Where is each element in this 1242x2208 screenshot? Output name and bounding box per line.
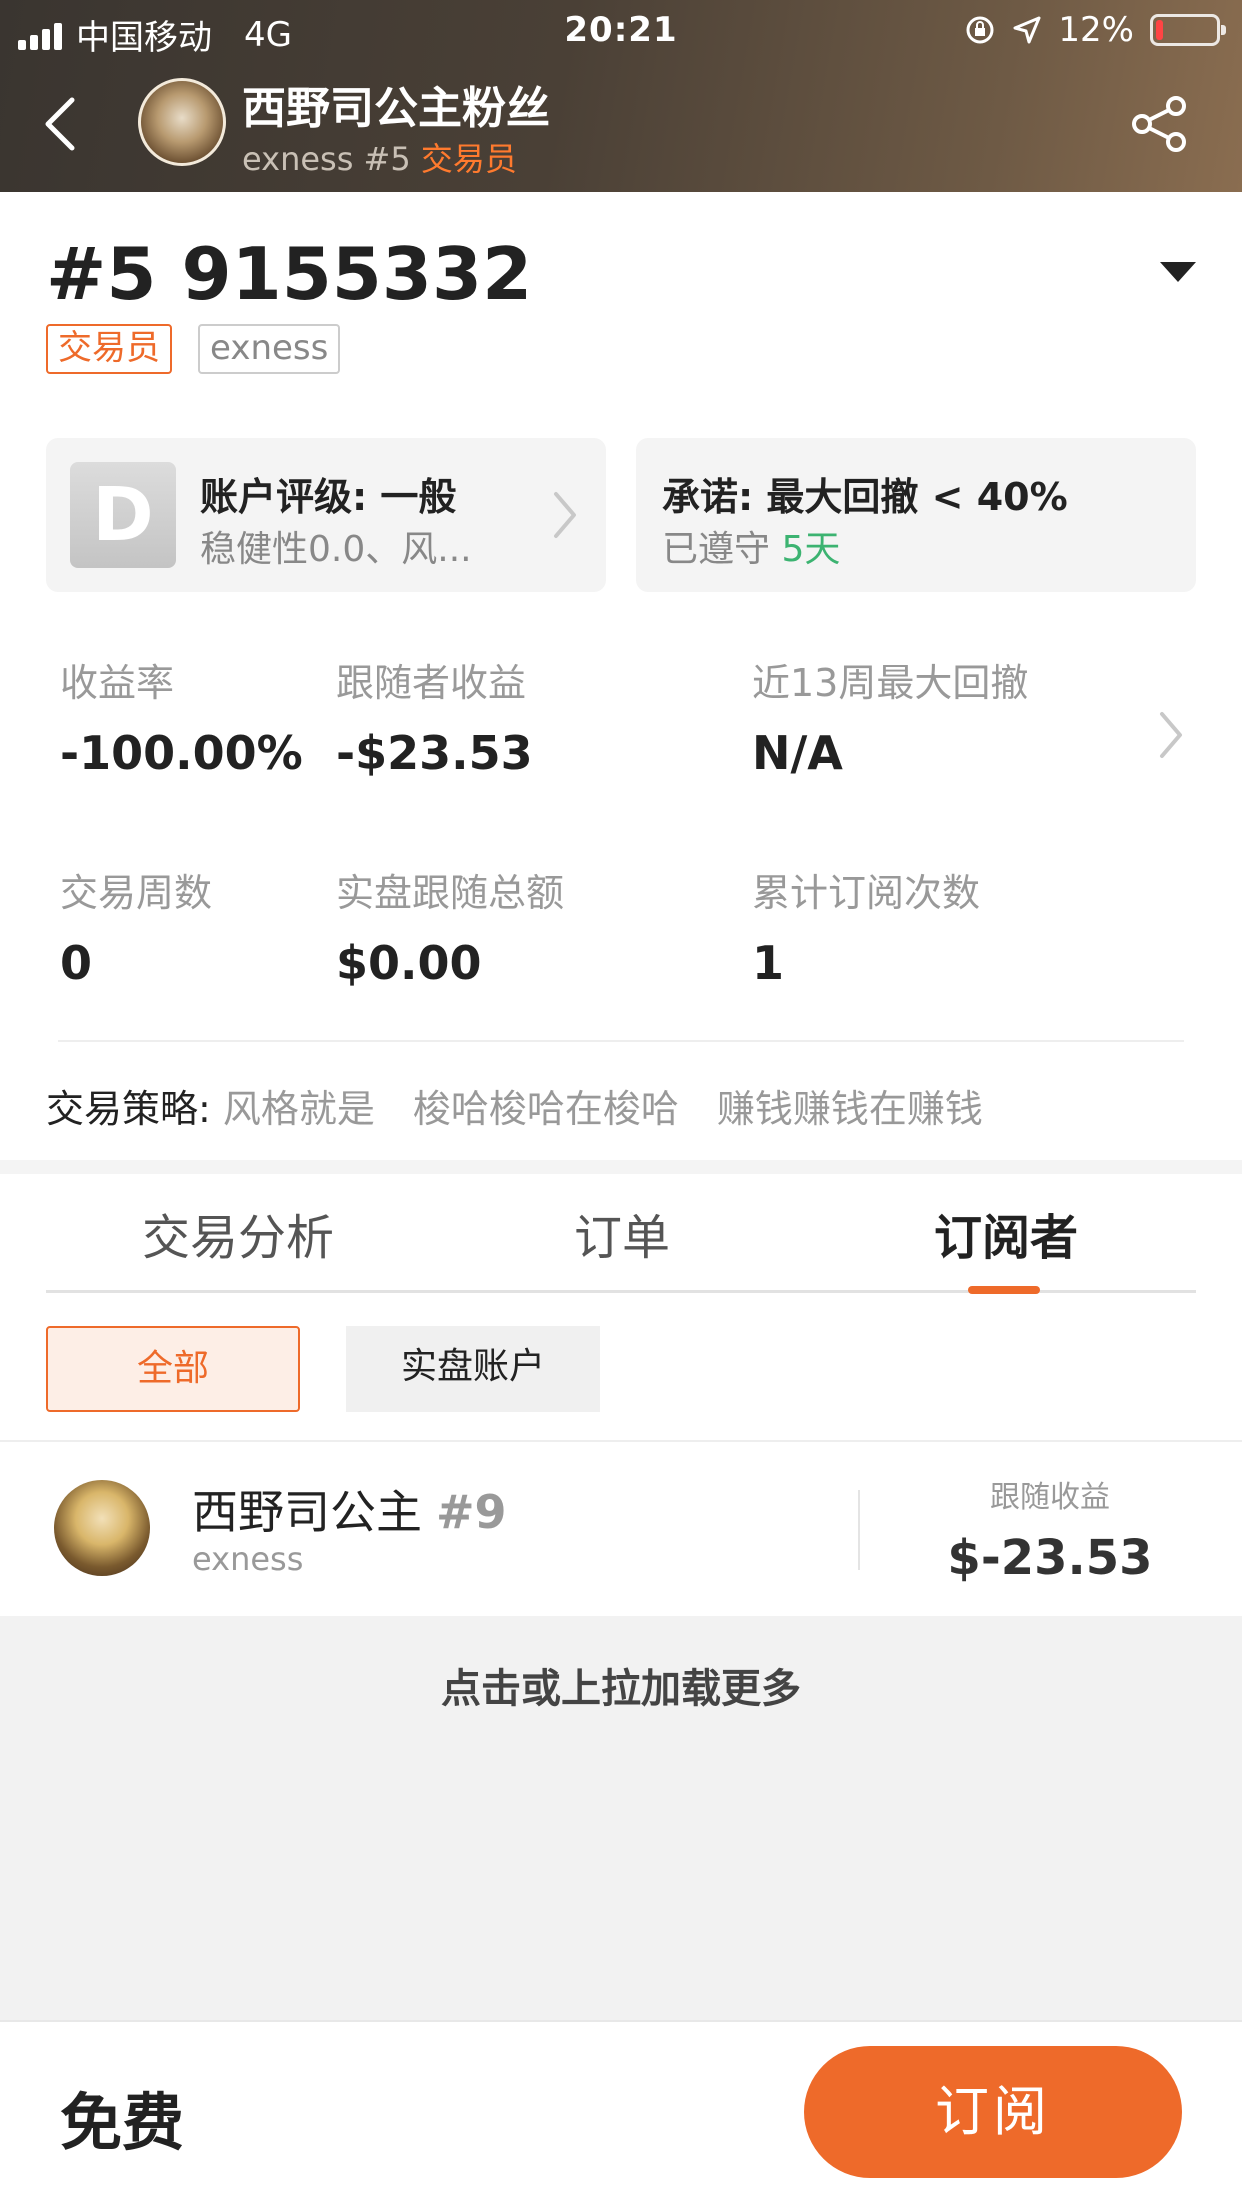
trader-role: 交易员 xyxy=(420,140,517,178)
rating-card[interactable]: D 账户评级: 一般 稳健性0.0、风... xyxy=(46,438,606,592)
stats-chevron-right-icon[interactable] xyxy=(1156,708,1186,762)
divider xyxy=(58,1040,1184,1042)
subscribe-button[interactable]: 订阅 xyxy=(804,2046,1182,2178)
stat-label-max-drawdown: 近13周最大回撤 xyxy=(752,661,1029,705)
load-more-button[interactable]: 点击或上拉加载更多 xyxy=(0,1656,1242,1714)
strategy-label: 交易策略: xyxy=(46,1087,211,1131)
broker-tag: exness xyxy=(198,324,341,374)
subscriber-broker: exness xyxy=(192,1540,304,1578)
price-label: 免费 xyxy=(60,2086,185,2159)
trader-rank: #5 xyxy=(363,140,411,178)
subscriber-name-line: 西野司公主 #9 xyxy=(192,1476,507,1542)
stat-value-trade-weeks: 0 xyxy=(60,936,93,990)
dropdown-triangle-icon[interactable] xyxy=(1160,262,1196,282)
subscriber-avatar xyxy=(54,1480,150,1576)
tab-orders[interactable]: 订单 xyxy=(574,1198,670,1268)
share-icon[interactable] xyxy=(1128,92,1192,156)
section-gap xyxy=(0,1160,1242,1174)
battery-percent: 12% xyxy=(1058,10,1134,50)
status-bar: 中国移动 4G 20:21 12% xyxy=(0,0,1242,62)
chevron-right-icon xyxy=(554,492,576,538)
grade-badge: D xyxy=(70,462,176,568)
tab-subscribers[interactable]: 订阅者 xyxy=(934,1198,1078,1268)
rotation-lock-icon xyxy=(966,16,994,44)
account-title: #5 9155332 xyxy=(46,232,533,316)
battery-icon xyxy=(1150,14,1226,46)
stat-value-follower-profit: -$23.53 xyxy=(336,726,533,780)
row-vertical-divider xyxy=(858,1490,860,1570)
tab-trade-analysis[interactable]: 交易分析 xyxy=(142,1198,334,1268)
stat-value-subscription-count: 1 xyxy=(752,936,785,990)
filter-all-button[interactable]: 全部 xyxy=(46,1326,300,1412)
active-tab-indicator xyxy=(968,1286,1040,1294)
trader-broker: exness xyxy=(242,140,354,178)
subscriber-profit-value: $-23.53 xyxy=(947,1530,1153,1586)
stat-label-return: 收益率 xyxy=(60,661,175,705)
list-divider xyxy=(0,1440,1242,1442)
location-arrow-icon xyxy=(1013,16,1041,44)
stat-label-trade-weeks: 交易周数 xyxy=(60,871,213,915)
stat-label-subscription-count: 累计订阅次数 xyxy=(752,871,981,915)
trader-avatar[interactable] xyxy=(138,78,226,166)
commitment-days: 5天 xyxy=(781,529,841,570)
trader-subtitle: exness #5 交易员 xyxy=(242,134,517,180)
stat-label-real-follow-total: 实盘跟随总额 xyxy=(336,871,565,915)
commitment-kept-label: 已遵守 xyxy=(662,529,771,570)
status-right: 12% xyxy=(964,10,1226,50)
filter-real-account-button[interactable]: 实盘账户 xyxy=(346,1326,600,1412)
stat-label-follower-profit: 跟随者收益 xyxy=(336,661,527,705)
back-arrow-icon[interactable] xyxy=(36,92,86,156)
commitment-status: 已遵守 5天 xyxy=(662,520,840,572)
stat-value-return: -100.00% xyxy=(60,726,303,780)
role-tag: 交易员 xyxy=(46,324,172,374)
rating-subtitle: 稳健性0.0、风... xyxy=(200,529,472,570)
top-header: 中国移动 4G 20:21 12% 西野司公主粉丝 exness #5 交易员 xyxy=(0,0,1242,192)
stat-value-max-drawdown: N/A xyxy=(752,726,843,780)
battery-level xyxy=(1156,20,1163,40)
strategy-text: 风格就是 梭哈梭哈在梭哈 赚钱赚钱在赚钱 xyxy=(222,1087,983,1131)
rating-title: 账户评级: 一般 xyxy=(200,475,457,519)
subscriber-name: 西野司公主 xyxy=(192,1485,422,1539)
commitment-title: 承诺: 最大回撤 < 40% xyxy=(662,475,1068,519)
commitment-card: 承诺: 最大回撤 < 40% 已遵守 5天 xyxy=(636,438,1196,592)
subscriber-profit-label: 跟随收益 xyxy=(990,1480,1110,1515)
trader-name: 西野司公主粉丝 xyxy=(242,83,550,134)
trading-strategy: 交易策略: 风格就是 梭哈梭哈在梭哈 赚钱赚钱在赚钱 xyxy=(46,1078,983,1133)
stat-value-real-follow-total: $0.00 xyxy=(336,936,482,990)
subscriber-rank: #9 xyxy=(436,1485,507,1539)
